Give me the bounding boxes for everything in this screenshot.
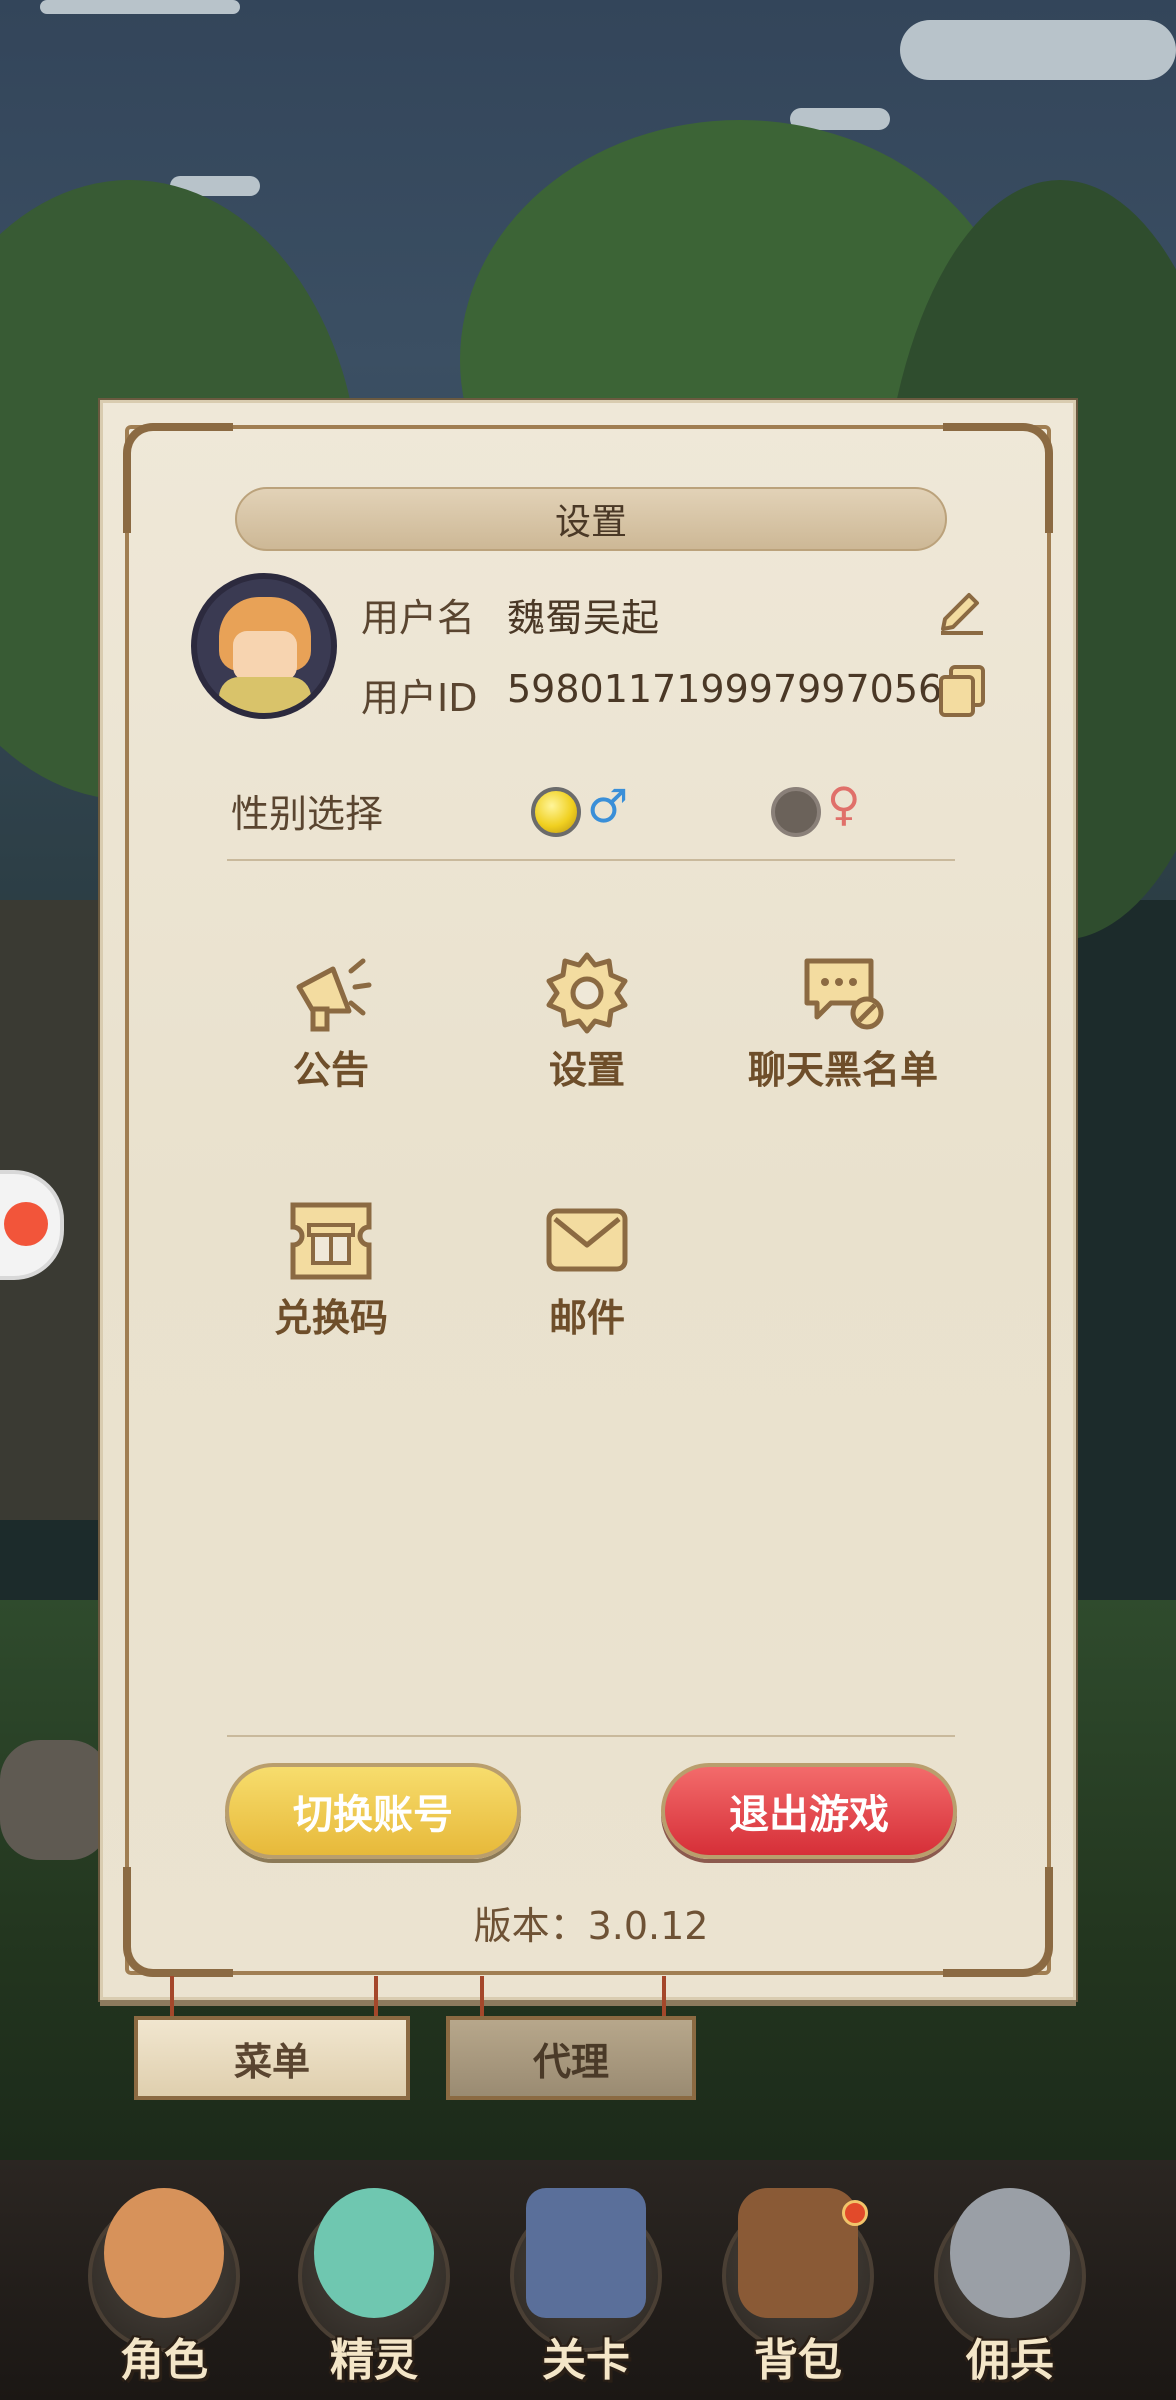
menu-item-label: 设置 (548, 1048, 625, 1092)
helper-mascot-icon (4, 1202, 48, 1246)
edit-pencil-icon[interactable] (935, 583, 989, 637)
tab-mercenary[interactable]: 佣兵 (920, 2178, 1100, 2388)
menu-item-label: 公告 (292, 1048, 369, 1092)
menu-item-redeem-code[interactable]: 兑换码 (211, 1199, 451, 1349)
gender-female-radio[interactable] (771, 787, 821, 837)
tab-character[interactable]: 角色 (74, 2178, 254, 2388)
userid-value: 598011719997997056 (507, 667, 943, 711)
version-text: 版本：3.0.12 (473, 1904, 709, 1948)
tab-backpack[interactable]: 背包 (708, 2178, 888, 2388)
backpack-icon (738, 2188, 858, 2318)
tab-label: 佣兵 (966, 2335, 1054, 2386)
mercenary-icon (950, 2188, 1070, 2318)
female-symbol-icon: ♀ (827, 777, 861, 831)
tab-label: 关卡 (542, 2335, 630, 2386)
username-label: 用户名 (361, 596, 476, 640)
avatar[interactable] (191, 573, 337, 719)
stage-icon (526, 2188, 646, 2318)
tab-label: 角色 (120, 2335, 208, 2386)
proxy-sign-tab[interactable]: 代理 (446, 2016, 696, 2100)
menu-item-label: 兑换码 (273, 1296, 388, 1340)
avatar-face (233, 631, 297, 681)
gear-icon (546, 952, 628, 1034)
userid-label: 用户ID (361, 676, 478, 720)
switch-account-button[interactable]: 切换账号 (225, 1763, 521, 1859)
gender-male-radio[interactable] (531, 787, 581, 837)
notification-dot (842, 2200, 868, 2226)
panel-title: 设置 (554, 502, 627, 543)
male-symbol-icon: ♂ (587, 779, 629, 833)
tab-stage[interactable]: 关卡 (496, 2178, 676, 2388)
tab-label: 精灵 (330, 2335, 418, 2386)
character-icon (104, 2188, 224, 2318)
settings-panel: 设置 用户名 魏蜀吴起 用户ID 598011719997997056 性别选择… (100, 400, 1076, 2000)
divider (227, 859, 955, 861)
sign-rope (662, 1976, 666, 2016)
sign-rope (374, 1976, 378, 2016)
sign-rope (480, 1976, 484, 2016)
sign-rope (170, 1976, 174, 2016)
menu-item-settings[interactable]: 设置 (467, 951, 707, 1101)
mail-icon (546, 1208, 628, 1272)
megaphone-icon (296, 958, 372, 1032)
copy-icon[interactable] (935, 663, 989, 719)
cloud (900, 20, 1176, 80)
cloud (40, 0, 240, 14)
panel-title-ribbon: 设置 (235, 487, 947, 551)
username-value: 魏蜀吴起 (507, 596, 660, 640)
menu-item-mail[interactable]: 邮件 (467, 1199, 707, 1349)
tab-label: 背包 (754, 2335, 842, 2386)
gift-ticket-icon (290, 1202, 372, 1280)
menu-item-label: 聊天黑名单 (747, 1048, 938, 1092)
chat-block-icon (804, 958, 884, 1030)
avatar-armor (219, 677, 311, 713)
menu-sign-tab[interactable]: 菜单 (134, 2016, 410, 2100)
menu-item-announcement[interactable]: 公告 (211, 951, 451, 1101)
tab-spirit[interactable]: 精灵 (284, 2178, 464, 2388)
spirit-icon (314, 2188, 434, 2318)
corner-ornament (123, 423, 233, 533)
gender-label: 性别选择 (231, 792, 384, 836)
rock (0, 1740, 110, 1860)
corner-ornament (943, 423, 1053, 533)
divider (227, 1735, 955, 1737)
menu-item-label: 邮件 (548, 1296, 625, 1340)
menu-item-chat-blacklist[interactable]: 聊天黑名单 (723, 951, 963, 1101)
exit-game-button[interactable]: 退出游戏 (661, 1763, 957, 1859)
